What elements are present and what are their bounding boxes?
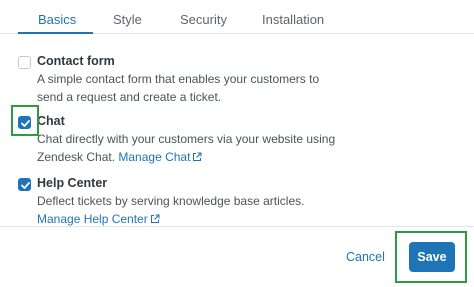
option-description: Deflect tickets by serving knowledge bas…: [37, 192, 347, 228]
save-button-highlight: Save: [395, 231, 467, 283]
external-link-icon: [150, 214, 160, 223]
checkmark-icon: [21, 120, 30, 127]
footer-divider: [0, 226, 474, 227]
manage-chat-link[interactable]: Manage Chat: [118, 150, 202, 164]
tab-style[interactable]: Style: [113, 12, 142, 27]
option-description: A simple contact form that enables your …: [37, 70, 337, 106]
option-description-text: Deflect tickets by serving knowledge bas…: [37, 194, 305, 208]
option-description-text: A simple contact form that enables your …: [37, 72, 320, 104]
save-button[interactable]: Save: [409, 242, 455, 272]
cancel-button[interactable]: Cancel: [346, 250, 385, 264]
tab-security[interactable]: Security: [180, 12, 227, 27]
help-center-checkbox[interactable]: [18, 178, 31, 191]
tab-basics[interactable]: Basics: [38, 12, 76, 27]
checkmark-icon: [21, 182, 30, 189]
manage-help-center-link[interactable]: Manage Help Center: [37, 212, 160, 226]
contact-form-checkbox[interactable]: [18, 56, 31, 69]
tab-installation[interactable]: Installation: [262, 12, 324, 27]
tab-bar: Basics Style Security Installation: [0, 0, 474, 34]
option-description: Chat directly with your customers via yo…: [37, 130, 337, 166]
active-tab-indicator: [18, 32, 93, 34]
option-title: Help Center: [37, 176, 108, 190]
option-title: Chat: [37, 114, 65, 128]
external-link-icon: [193, 152, 202, 161]
widget-settings-panel: Basics Style Security Installation Conta…: [0, 0, 474, 287]
chat-checkbox[interactable]: [18, 116, 31, 129]
option-title: Contact form: [37, 54, 115, 68]
